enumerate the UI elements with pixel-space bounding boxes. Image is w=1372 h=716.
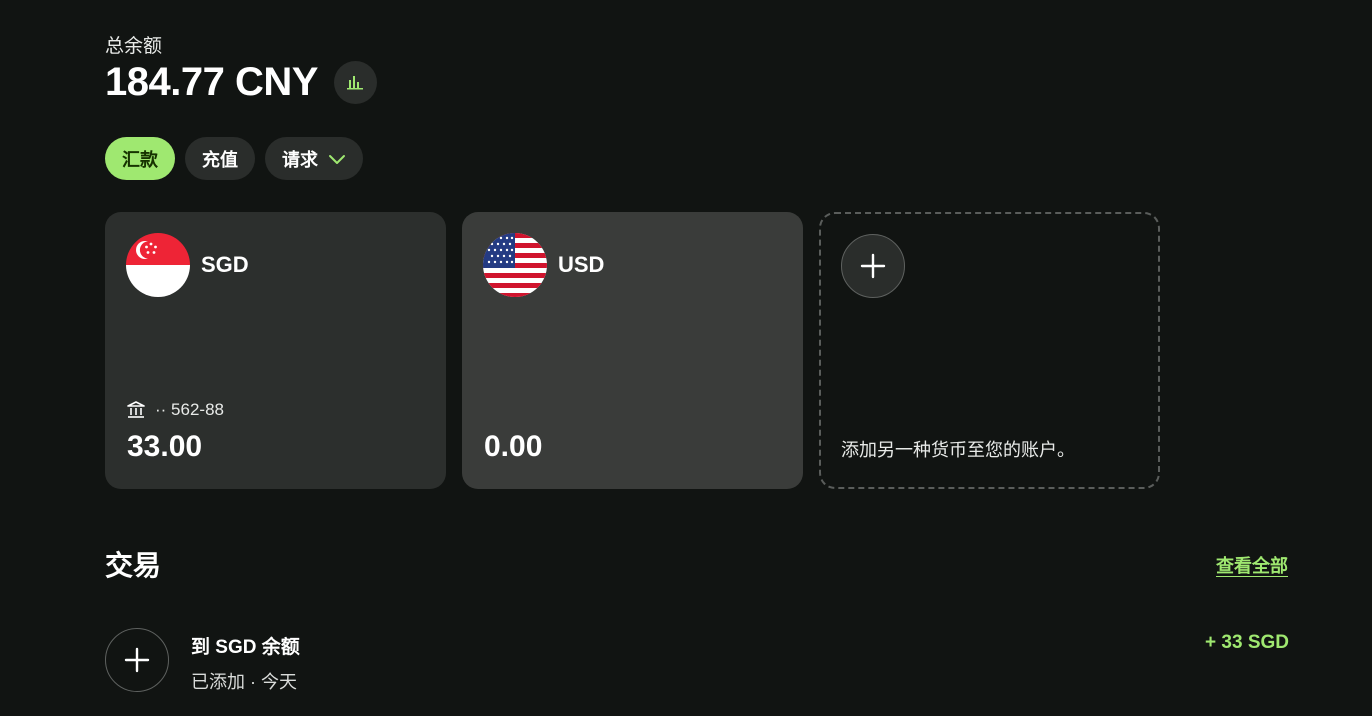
add-currency-button[interactable]	[841, 234, 905, 298]
bar-chart-icon	[347, 76, 364, 90]
total-balance-label: 总余额	[105, 36, 163, 57]
card-balance-amount: 33.00	[127, 430, 203, 463]
total-balance-amount: 184.77 CNY	[105, 60, 318, 104]
singapore-flag-icon	[126, 233, 190, 297]
add-currency-card[interactable]: 添加另一种货币至您的账户。	[819, 212, 1160, 489]
card-currency-code: SGD	[201, 252, 249, 277]
total-balance-row: 184.77 CNY	[105, 58, 377, 106]
send-button[interactable]: 汇款	[105, 137, 175, 180]
transactions-title: 交易	[105, 550, 162, 581]
account-number-mask: ·· 562-88	[155, 400, 224, 419]
transaction-row[interactable]: 到 SGD 余额 已添加 · 今天 + 33 SGD	[105, 628, 1289, 692]
add-currency-text: 添加另一种货币至您的账户。	[841, 440, 1075, 460]
plus-icon	[124, 647, 150, 673]
transaction-title: 到 SGD 余额	[191, 637, 300, 658]
transaction-icon	[105, 628, 169, 692]
us-flag-icon	[483, 233, 547, 297]
topup-button-label: 充值	[202, 149, 238, 170]
balance-card-usd[interactable]: USD 0.00	[462, 212, 803, 489]
card-balance-amount: 0.00	[484, 430, 543, 463]
card-currency-code: USD	[558, 252, 605, 277]
topup-button[interactable]: 充值	[185, 137, 255, 180]
action-buttons: 汇款 充值 请求	[105, 137, 363, 180]
balances-page: 总余额 184.77 CNY 汇款 充值 请求 SGD ·· 562-88 33…	[0, 0, 1372, 716]
send-button-label: 汇款	[122, 149, 158, 170]
transaction-subtitle: 已添加 · 今天	[191, 672, 297, 692]
balance-card-sgd[interactable]: SGD ·· 562-88 33.00	[105, 212, 446, 489]
request-button-label: 请求	[282, 149, 318, 170]
chevron-down-icon	[329, 154, 345, 164]
bank-account-row: ·· 562-88	[127, 400, 224, 420]
transaction-amount: + 33 SGD	[1205, 632, 1289, 653]
request-button[interactable]: 请求	[265, 137, 363, 180]
plus-icon	[860, 253, 886, 279]
see-all-link[interactable]: 查看全部	[1216, 552, 1288, 578]
bank-icon	[127, 401, 145, 418]
insights-button[interactable]	[333, 60, 377, 104]
